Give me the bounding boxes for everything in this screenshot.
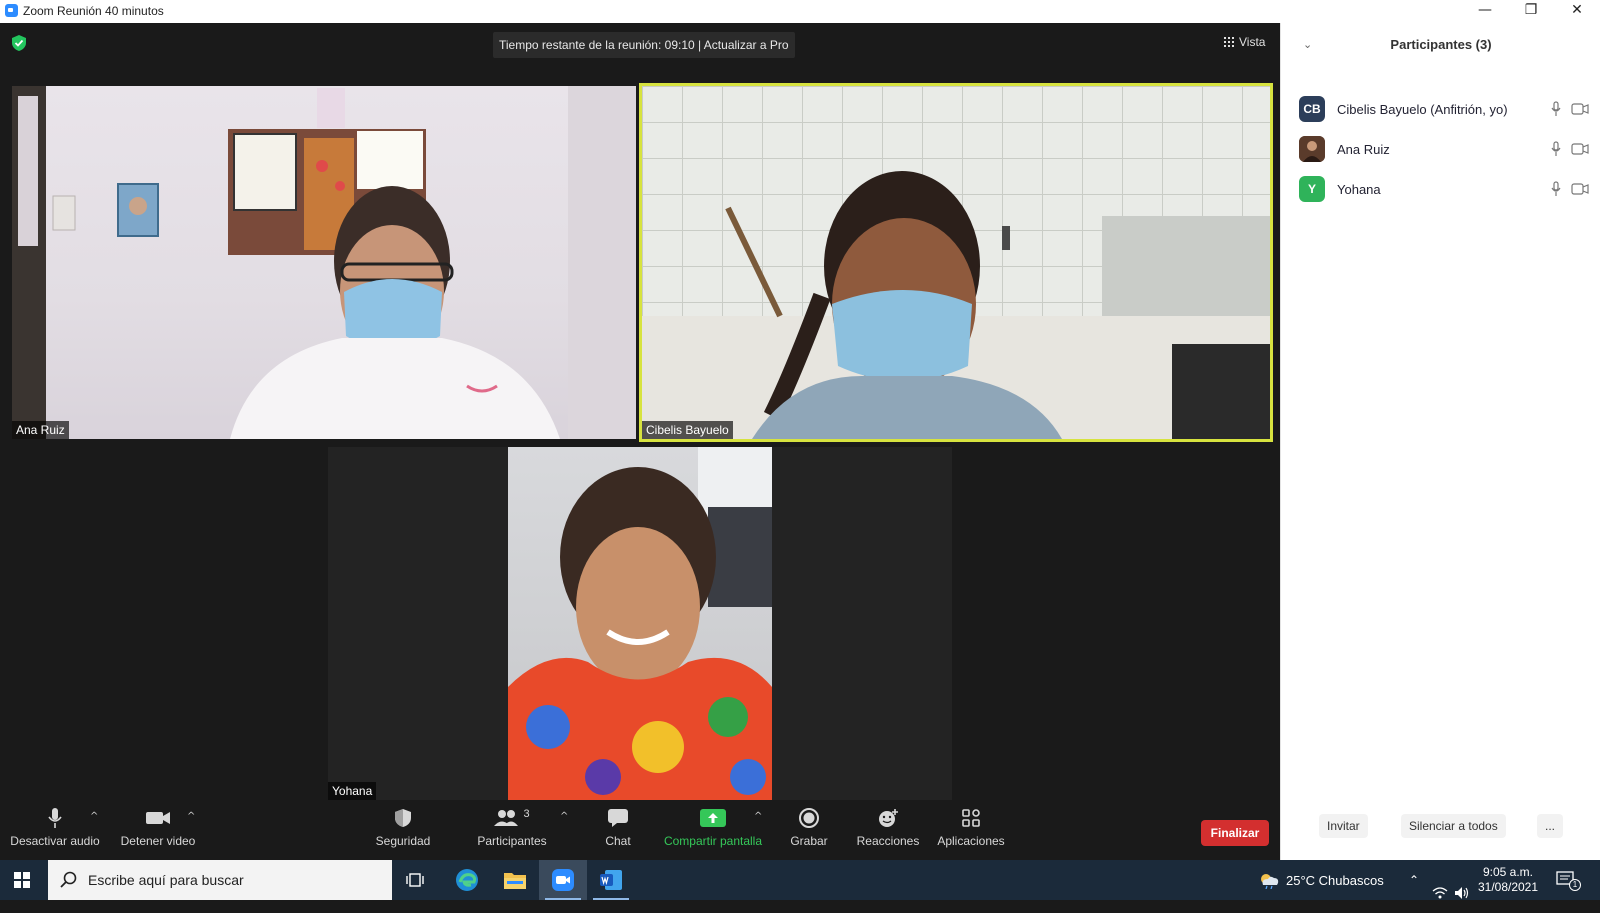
speaker-icon[interactable] (1454, 873, 1470, 913)
view-button[interactable]: Vista (1224, 35, 1265, 49)
participants-button[interactable]: 3 Participantes (474, 803, 550, 860)
clock-date: 31/08/2021 (1477, 880, 1539, 894)
zoom-icon (552, 869, 574, 891)
view-label: Vista (1239, 35, 1266, 49)
tile-name-label: Cibelis Bayuelo (642, 421, 733, 439)
windows-taskbar: Escribe aquí para buscar 25°C Chubascos … (0, 860, 1600, 900)
participant-name: Ana Ruiz (1337, 141, 1390, 157)
avatar: Y (1299, 176, 1325, 202)
zoom-taskbar-app[interactable] (539, 860, 587, 900)
word-taskbar-app[interactable] (587, 860, 635, 900)
video-feed (12, 86, 636, 439)
apps-icon (961, 803, 981, 833)
restore-button[interactable]: ❐ (1508, 0, 1554, 23)
more-options-button[interactable]: ... (1537, 814, 1564, 838)
participants-panel: ⌄ Participantes (3) CB Cibelis Bayuelo (… (1280, 23, 1600, 860)
shield-icon (394, 803, 412, 833)
search-icon (60, 871, 77, 888)
cloud-rain-icon (1261, 874, 1279, 889)
tile-name-label: Ana Ruiz (12, 421, 69, 439)
chevron-up-icon[interactable]: ⌃ (1409, 873, 1419, 913)
participant-name: Yohana (1337, 181, 1381, 197)
weather-widget[interactable]: 25°C Chubascos (1258, 860, 1384, 900)
avatar: CB (1299, 96, 1325, 122)
mute-audio-button[interactable]: Desactivar audio (8, 803, 102, 860)
smiley-plus-icon (877, 803, 899, 833)
participant-name: Cibelis Bayuelo (Anfitrión, yo) (1337, 101, 1508, 117)
share-options-caret[interactable]: ^ (754, 811, 762, 822)
video-options-caret[interactable]: ^ (187, 811, 195, 822)
windows-start-icon[interactable] (14, 872, 30, 888)
taskbar-clock[interactable]: 9:05 a.m. 31/08/2021 (1476, 865, 1540, 905)
participants-count: 3 (523, 808, 530, 820)
taskbar-search-box[interactable]: Escribe aquí para buscar (48, 860, 392, 900)
clock-time: 9:05 a.m. (1482, 865, 1534, 879)
mute-all-button[interactable]: Silenciar a todos (1401, 814, 1506, 838)
share-screen-button[interactable]: Compartir pantalla (662, 803, 764, 860)
file-explorer-taskbar-app[interactable] (491, 860, 539, 900)
security-shield-icon[interactable] (12, 35, 26, 51)
record-button[interactable]: Grabar (788, 803, 830, 860)
microphone-icon (47, 803, 63, 833)
meeting-timer-banner[interactable]: Tiempo restante de la reunión: 09:10 | A… (493, 32, 795, 58)
minimize-button[interactable]: — (1462, 0, 1508, 23)
meeting-toolbar: Desactivar audio ^ Detener video ^ Segur… (0, 803, 1280, 860)
window-titlebar: Zoom Reunión 40 minutos — ❐ ✕ (0, 0, 1600, 23)
word-icon (600, 870, 622, 890)
video-camera-icon[interactable] (1571, 143, 1589, 155)
search-placeholder: Escribe aquí para buscar (88, 872, 244, 888)
video-camera-icon (145, 803, 171, 833)
tile-name-label: Yohana (328, 782, 377, 800)
panel-title: Participantes (3) (1390, 37, 1492, 52)
task-view-icon (406, 873, 424, 887)
people-icon: 3 (494, 803, 530, 833)
microphone-icon[interactable] (1551, 101, 1561, 117)
participant-row[interactable]: Y Yohana (1281, 169, 1600, 209)
notification-badge: 1 (1569, 879, 1581, 891)
window-title: Zoom Reunión 40 minutos (23, 4, 164, 18)
video-tile-yohana[interactable]: Yohana (328, 447, 952, 800)
notifications-button[interactable]: 1 (1556, 871, 1581, 911)
edge-icon (456, 869, 478, 891)
video-tile-cibelis-bayuelo[interactable]: Cibelis Bayuelo (642, 86, 1270, 439)
video-camera-icon[interactable] (1571, 103, 1589, 115)
video-feed (508, 447, 772, 800)
record-icon (799, 803, 819, 833)
participants-options-caret[interactable]: ^ (560, 811, 568, 822)
microphone-icon[interactable] (1551, 181, 1561, 197)
invite-button[interactable]: Invitar (1319, 814, 1368, 838)
edge-taskbar-app[interactable] (443, 860, 491, 900)
meeting-stage: Tiempo restante de la reunión: 09:10 | A… (0, 23, 1280, 860)
chat-bubble-icon (607, 803, 629, 833)
gallery-view-icon (1224, 37, 1234, 47)
weather-text: 25°C Chubascos (1286, 872, 1384, 888)
video-camera-icon[interactable] (1571, 183, 1589, 195)
folder-icon (504, 873, 526, 889)
apps-button[interactable]: Aplicaciones (936, 803, 1006, 860)
share-screen-icon (700, 803, 726, 833)
zoom-app-icon (5, 4, 18, 17)
chat-button[interactable]: Chat (598, 803, 638, 860)
wifi-icon[interactable] (1432, 873, 1448, 913)
video-feed (642, 171, 1270, 439)
video-tile-ana-ruiz[interactable]: Ana Ruiz (12, 86, 636, 439)
security-button[interactable]: Seguridad (372, 803, 434, 860)
participant-row[interactable]: CB Cibelis Bayuelo (Anfitrión, yo) (1281, 89, 1600, 129)
avatar (1299, 136, 1325, 162)
task-view-button[interactable] (392, 860, 440, 900)
audio-options-caret[interactable]: ^ (90, 811, 98, 822)
microphone-icon[interactable] (1551, 141, 1561, 157)
end-meeting-button[interactable]: Finalizar (1201, 820, 1269, 846)
participant-row[interactable]: Ana Ruiz (1281, 129, 1600, 169)
reactions-button[interactable]: Reacciones (856, 803, 920, 860)
close-button[interactable]: ✕ (1554, 0, 1600, 23)
